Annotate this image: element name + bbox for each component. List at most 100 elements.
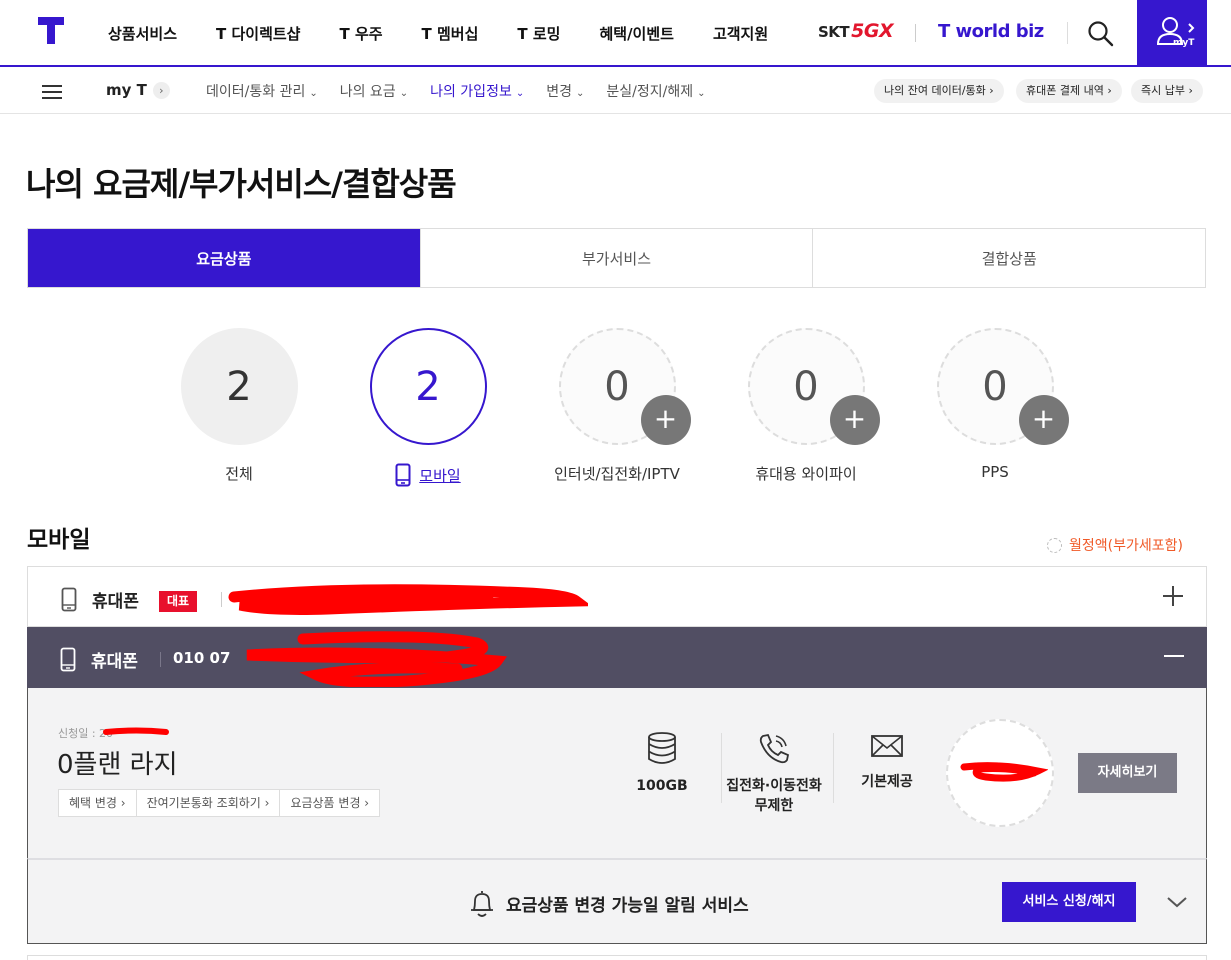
plus-icon: + bbox=[842, 402, 867, 435]
gnb-item-direct-shop[interactable]: T 다이렉트샵 bbox=[216, 23, 300, 44]
monthly-fee-toggle[interactable]: 월정액(부가세포함) bbox=[1047, 535, 1183, 555]
quick-link-remaining-data[interactable]: 나의 잔여 데이터/통화 › bbox=[874, 79, 1004, 103]
lnb-item-label: 데이터/통화 관리 bbox=[206, 84, 306, 100]
collapse-minus-icon[interactable] bbox=[1161, 643, 1187, 669]
lnb-item-data-call[interactable]: 데이터/통화 관리 ⌄ bbox=[206, 81, 318, 101]
add-pps-button[interactable]: + bbox=[1018, 395, 1069, 445]
counter-value: 0 bbox=[793, 363, 819, 410]
service-subscribe-button[interactable]: 서비스 신청/해지 bbox=[1002, 882, 1136, 922]
myt-button[interactable]: myT bbox=[1137, 0, 1207, 65]
next-line-item bbox=[27, 955, 1207, 960]
counter-circle: 0 + bbox=[558, 328, 691, 445]
feature-message: 기본제공 bbox=[831, 732, 943, 792]
chevron-down-icon: ⌄ bbox=[399, 88, 409, 99]
lnb-item-subscription-info[interactable]: 나의 가입정보 ⌄ bbox=[430, 81, 524, 101]
divider bbox=[915, 24, 916, 42]
skt-5gx-logo[interactable]: SKT 5GX bbox=[818, 20, 894, 42]
counter-label: 휴대용 와이파이 bbox=[755, 465, 857, 483]
line-item-expanded[interactable]: 휴대폰 010 07 bbox=[27, 627, 1207, 688]
add-wifi-button[interactable]: + bbox=[829, 395, 880, 445]
gnb-item-roaming[interactable]: T 로밍 bbox=[517, 23, 560, 44]
counter-circle: 2 bbox=[180, 328, 298, 445]
sub-navigation: my T › 데이터/통화 관리 ⌄ 나의 요금 ⌄ 나의 가입정보 ⌄ 변경 ⌄ 분실… bbox=[0, 68, 1231, 114]
mail-icon bbox=[871, 735, 903, 757]
representative-badge: 대표 bbox=[159, 591, 198, 612]
expand-plus-icon[interactable] bbox=[1160, 583, 1186, 609]
gnb-item-products[interactable]: 상품서비스 bbox=[108, 23, 177, 44]
radio-icon bbox=[1047, 537, 1062, 553]
plan-name: 0플랜 라지 bbox=[57, 750, 178, 780]
t-logo[interactable] bbox=[38, 17, 64, 44]
gnb-item-membership[interactable]: T 멤버십 bbox=[422, 23, 479, 44]
redaction-scribble bbox=[228, 584, 588, 615]
tab-bundled-products[interactable]: 결합상품 bbox=[813, 229, 1206, 287]
chevron-down-icon: ⌄ bbox=[697, 88, 706, 99]
remaining-call-link[interactable]: 잔여기본통화 조회하기 › bbox=[135, 789, 281, 817]
gnb-item-benefits[interactable]: 혜택/이벤트 bbox=[599, 23, 673, 44]
lnb-item-label: 나의 가입정보 bbox=[430, 84, 512, 100]
add-internet-button[interactable]: + bbox=[640, 395, 691, 445]
lnb-item-label: 변경 bbox=[546, 84, 572, 100]
notification-title-text: 요금상품 변경 가능일 알림 서비스 bbox=[506, 895, 749, 916]
counter-value: 2 bbox=[226, 363, 252, 410]
counter-circle: 0 + bbox=[747, 328, 880, 445]
global-navigation: 상품서비스 T 다이렉트샵 T 우주 T 멤버십 T 로밍 혜택/이벤트 고객지… bbox=[0, 0, 1231, 67]
quick-link-instant-pay[interactable]: 즉시 납부 › bbox=[1131, 79, 1203, 103]
chevron-down-icon: ⌄ bbox=[575, 88, 585, 99]
counter-label: PPS bbox=[981, 463, 1009, 481]
monthly-price-circle bbox=[946, 719, 1054, 827]
view-details-button[interactable]: 자세히보기 bbox=[1078, 753, 1177, 793]
divider bbox=[1067, 22, 1068, 44]
divider bbox=[221, 592, 222, 607]
myt-breadcrumb[interactable]: my T › bbox=[106, 81, 170, 99]
gnb-item-support[interactable]: 고객지원 bbox=[713, 23, 768, 44]
tab-rate-plan[interactable]: 요금상품 bbox=[28, 229, 421, 287]
chevron-down-icon[interactable] bbox=[1166, 891, 1188, 913]
counter-internet: 0 + 인터넷/집전화/IPTV bbox=[527, 328, 707, 484]
counter-mobile[interactable]: 2 모바일 bbox=[338, 328, 518, 487]
divider bbox=[160, 652, 161, 667]
counter-label-link[interactable]: 모바일 bbox=[338, 463, 518, 487]
tworld-biz-link[interactable]: T world biz bbox=[938, 21, 1044, 42]
chevron-right-icon: › bbox=[152, 81, 170, 99]
device-type: 휴대폰 bbox=[91, 652, 138, 672]
benefit-change-link[interactable]: 혜택 변경 › bbox=[58, 789, 137, 817]
lnb-item-my-fee[interactable]: 나의 요금 ⌄ bbox=[340, 81, 408, 101]
mobile-phone-icon bbox=[61, 587, 77, 612]
notification-title: 요금상품 변경 가능일 알림 서비스 bbox=[468, 888, 749, 918]
counter-value: 0 bbox=[604, 363, 630, 410]
gnb-item-universe[interactable]: T 우주 bbox=[339, 23, 382, 44]
search-icon bbox=[1088, 21, 1114, 47]
monthly-fee-label: 월정액(부가세포함) bbox=[1069, 538, 1183, 554]
lnb-item-change[interactable]: 변경 ⌄ bbox=[546, 81, 584, 101]
lnb-item-label: 분실/정지/해제 bbox=[606, 84, 694, 100]
redaction-scribble bbox=[246, 631, 508, 687]
quick-link-phone-payment[interactable]: 휴대폰 결제 내역 › bbox=[1016, 79, 1122, 103]
counter-all[interactable]: 2 전체 bbox=[149, 328, 329, 484]
myt-label: myT bbox=[1173, 38, 1195, 48]
plan-change-link[interactable]: 요금상품 변경 › bbox=[279, 789, 381, 817]
hamburger-menu-icon[interactable] bbox=[42, 85, 62, 99]
skt-text: SKT bbox=[818, 23, 850, 41]
lnb-item-label: 나의 요금 bbox=[339, 84, 396, 100]
search-button[interactable] bbox=[1086, 19, 1116, 49]
plan-detail-panel: 신청일 : 20 0플랜 라지 혜택 변경 › 잔여기본통화 조회하기 › 요금… bbox=[27, 688, 1207, 860]
bell-icon bbox=[471, 891, 493, 917]
mobile-phone-icon bbox=[60, 647, 76, 672]
feature-text: 집전화·이동전화 무제한 bbox=[726, 778, 822, 814]
redaction-scribble bbox=[960, 762, 1048, 782]
data-icon bbox=[648, 732, 676, 764]
tab-additional-services[interactable]: 부가서비스 bbox=[420, 229, 814, 287]
section-title: 모바일 bbox=[27, 527, 91, 553]
line-item-representative[interactable]: 휴대폰 대표 34 bbox=[27, 566, 1207, 627]
mobile-phone-icon bbox=[395, 463, 411, 487]
counter-label: 전체 bbox=[225, 465, 253, 483]
lnb-item-lost-suspend[interactable]: 분실/정지/해제 ⌄ bbox=[606, 81, 705, 101]
feature-data: 100GB bbox=[606, 732, 718, 796]
x-text: X bbox=[879, 20, 894, 42]
plus-icon: + bbox=[653, 402, 678, 435]
counter-value: 0 bbox=[982, 363, 1008, 410]
counter-label-text: 모바일 bbox=[419, 466, 461, 485]
device-type: 휴대폰 bbox=[92, 592, 139, 612]
feature-call: 집전화·이동전화 무제한 bbox=[718, 732, 830, 816]
